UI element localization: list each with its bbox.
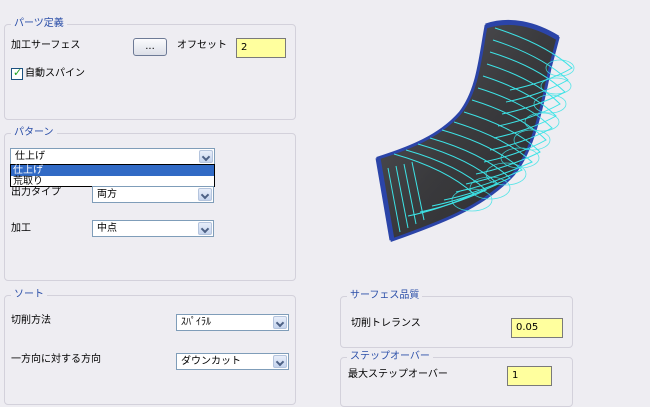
offset-label: オフセット bbox=[177, 40, 227, 51]
checkmark-icon: ✓ bbox=[13, 66, 23, 79]
cut-tolerance-input[interactable]: 0.05 bbox=[511, 318, 563, 338]
stepover-title: ステップオーバー bbox=[347, 351, 433, 363]
sort-title: ソート bbox=[11, 289, 47, 301]
sort-group: ソート bbox=[4, 289, 296, 405]
cut-tolerance-label: 切削トレランス bbox=[351, 318, 421, 329]
machining-label: 加工 bbox=[11, 223, 31, 234]
pattern-title: パターン bbox=[11, 127, 57, 139]
max-stepover-label: 最大ステップオーバー bbox=[348, 369, 448, 380]
auto-spine-label: 自動スパイン bbox=[25, 68, 85, 79]
select-surface-button[interactable]: ... bbox=[133, 38, 167, 56]
machining-value: 中点 bbox=[97, 223, 117, 234]
output-type-label: 出力タイプ bbox=[11, 187, 61, 198]
chevron-down-icon[interactable] bbox=[273, 355, 287, 368]
machining-select[interactable]: 中点 bbox=[92, 220, 214, 237]
output-type-value: 両方 bbox=[97, 189, 117, 200]
pattern-type-value: 仕上げ bbox=[15, 151, 45, 162]
direction-label: 一方向に対する方向 bbox=[11, 354, 101, 365]
output-type-select[interactable]: 両方 bbox=[92, 186, 214, 203]
cut-method-select[interactable]: ｽﾊﾟｲﾗﾙ bbox=[176, 314, 289, 331]
dropdown-option-finish[interactable]: 仕上げ bbox=[11, 165, 214, 176]
chevron-down-icon[interactable] bbox=[199, 150, 213, 163]
chevron-down-icon[interactable] bbox=[198, 188, 212, 201]
offset-input[interactable]: 2 bbox=[236, 38, 286, 58]
chevron-down-icon[interactable] bbox=[273, 316, 287, 329]
machining-surface-label: 加工サーフェス bbox=[11, 40, 81, 51]
surface-toolpath-preview[interactable] bbox=[360, 8, 590, 248]
pattern-type-dropdown: 仕上げ 荒取り bbox=[10, 164, 215, 187]
parts-definition-title: パーツ定義 bbox=[11, 18, 67, 30]
direction-select[interactable]: ダウンカット bbox=[176, 353, 289, 370]
cut-method-label: 切削方法 bbox=[11, 315, 51, 326]
auto-spine-checkbox[interactable]: ✓ bbox=[11, 66, 23, 80]
max-stepover-input[interactable]: 1 bbox=[507, 366, 552, 386]
pattern-type-select[interactable]: 仕上げ bbox=[10, 148, 215, 165]
chevron-down-icon[interactable] bbox=[198, 222, 212, 235]
surface-quality-title: サーフェス品質 bbox=[347, 290, 423, 302]
cut-method-value: ｽﾊﾟｲﾗﾙ bbox=[181, 317, 211, 328]
direction-value: ダウンカット bbox=[181, 356, 241, 367]
